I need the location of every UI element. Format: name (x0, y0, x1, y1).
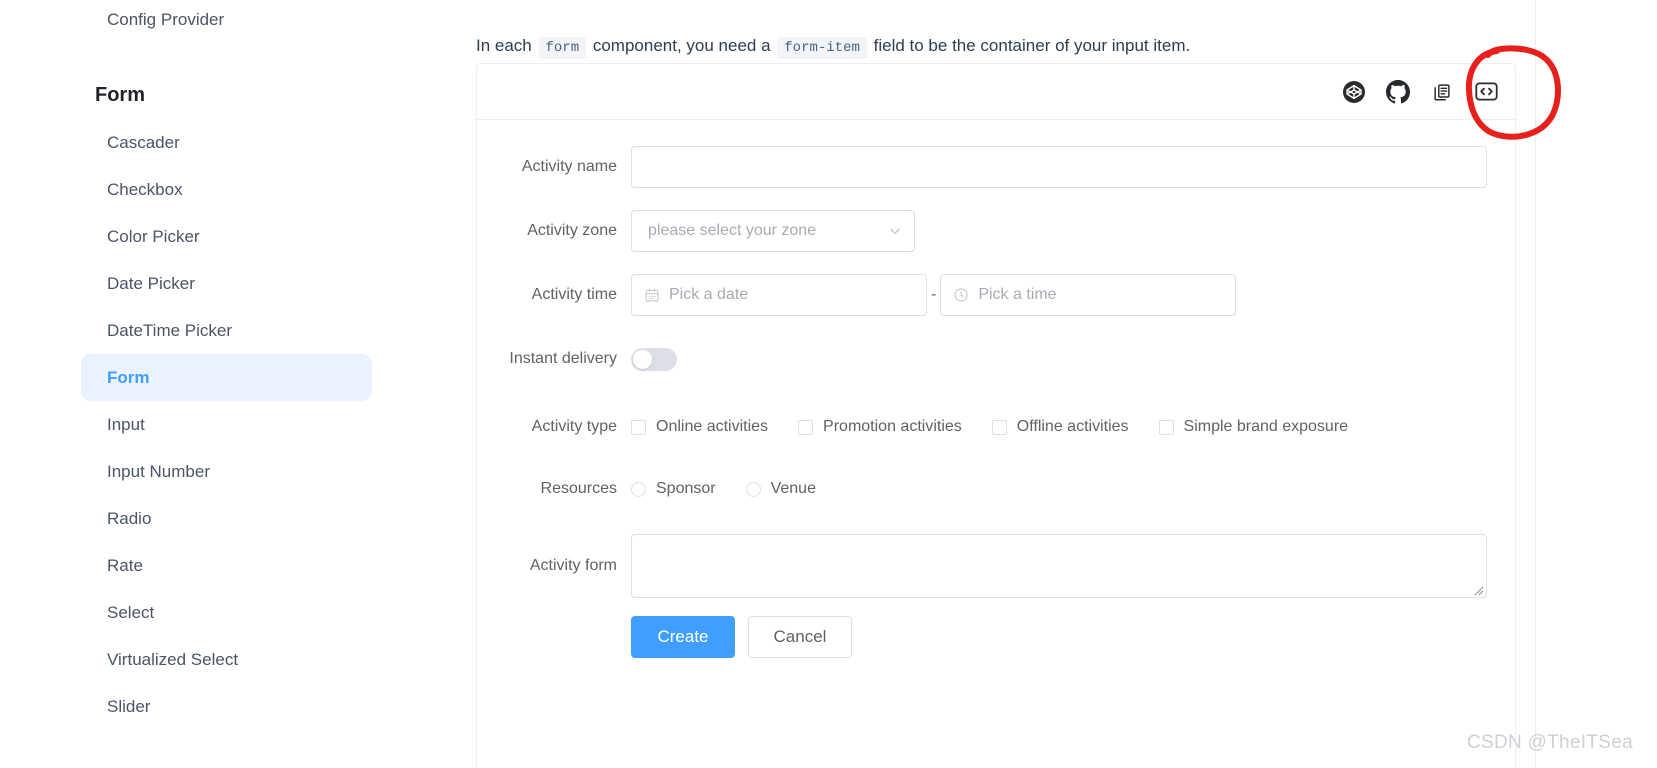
checkbox-label: Online activities (656, 418, 769, 435)
form-item-instant-delivery: Instant delivery (477, 338, 1487, 380)
activity-type-checkbox-group: Online activities Promotion activities O… (631, 406, 1487, 448)
checkbox-label: Promotion activities (823, 418, 962, 435)
sidebar-item-color-picker[interactable]: Color Picker (81, 213, 372, 260)
checkbox-box-icon (631, 419, 646, 435)
radio-venue[interactable]: Venue (745, 468, 816, 510)
label-activity-type: Activity type (531, 418, 617, 435)
radio-circle-icon (631, 481, 646, 497)
activity-name-input[interactable] (631, 146, 1487, 188)
intro-paragraph: In each form component, you need a form-… (476, 31, 1190, 63)
control-instant-delivery (631, 338, 1487, 376)
checkbox-box-icon (991, 419, 1007, 435)
form-item-activity-name: Activity name (477, 146, 1487, 188)
sidebar-nav-list: Config Provider Form Cascader Checkbox C… (0, 0, 413, 730)
radio-label: Sponsor (656, 480, 716, 497)
activity-zone-select[interactable]: please select your zone (631, 210, 915, 252)
right-rail-divider (1535, 0, 1536, 768)
intro-text-1: In each (476, 36, 532, 55)
label-activity-name: Activity name (521, 158, 617, 175)
sidebar: Config Provider Form Cascader Checkbox C… (0, 0, 413, 768)
activity-date-placeholder: Pick a date (669, 286, 749, 303)
activity-zone-placeholder: please select your zone (648, 222, 817, 239)
label-resources: Resources (540, 480, 617, 497)
csdn-watermark: CSDN @TheITSea (1466, 732, 1633, 753)
inline-code-form: form (538, 37, 587, 59)
calendar-icon (644, 287, 660, 303)
intro-text-2: component, you need a (592, 36, 771, 55)
label-activity-zone: Activity zone (527, 222, 617, 239)
codepen-icon[interactable] (1341, 79, 1367, 105)
sidebar-item-rate[interactable]: Rate (81, 542, 372, 589)
activity-time-input[interactable]: Pick a time (940, 274, 1237, 316)
activity-date-input[interactable]: Pick a date (631, 274, 927, 316)
checkbox-offline-activities[interactable]: Offline activities (991, 406, 1129, 448)
sidebar-item-config-provider[interactable]: Config Provider (81, 0, 372, 43)
resources-radio-group: Sponsor Venue (631, 468, 1487, 510)
time-range-separator: - (931, 286, 937, 303)
checkbox-simple-brand-exposure[interactable]: Simple brand exposure (1158, 406, 1349, 448)
sidebar-item-datetime-picker[interactable]: DateTime Picker (81, 307, 372, 354)
control-activity-zone: please select your zone (631, 210, 1487, 252)
instant-delivery-switch[interactable] (631, 348, 677, 371)
sidebar-item-slider[interactable]: Slider (81, 683, 372, 730)
checkbox-label: Offline activities (1016, 418, 1129, 435)
form-item-resources: Resources Sponsor Venue (477, 468, 1487, 510)
form-action-buttons: Create Cancel (631, 616, 1487, 658)
sidebar-group-title-form: Form (95, 84, 145, 106)
checkbox-box-icon (798, 419, 814, 435)
form-item-activity-time: Activity time Pick a date - Pick a time (477, 274, 1487, 316)
clock-icon (953, 287, 969, 303)
demo-toolbar (477, 64, 1515, 120)
sidebar-item-cascader[interactable]: Cascader (81, 119, 372, 166)
form-item-activity-form: Activity form (477, 534, 1487, 598)
checkbox-online-activities[interactable]: Online activities (631, 406, 768, 448)
form-item-activity-zone: Activity zone please select your zone (477, 210, 1487, 252)
demo-card: Activity name Activity zone please selec… (476, 63, 1516, 768)
resize-handle-icon[interactable] (1472, 583, 1484, 596)
github-icon[interactable] (1385, 79, 1411, 105)
control-activity-form (631, 534, 1487, 598)
copy-icon[interactable] (1429, 79, 1455, 105)
sidebar-item-radio[interactable]: Radio (81, 495, 372, 542)
inline-code-form-item: form-item (777, 37, 867, 59)
form-item-activity-type: Activity type Online activities Promotio… (477, 406, 1487, 448)
control-activity-time: Pick a date - Pick a time (631, 274, 1487, 316)
sidebar-item-date-picker[interactable]: Date Picker (81, 260, 372, 307)
page-root: Config Provider Form Cascader Checkbox C… (0, 0, 1657, 768)
label-activity-form: Activity form (529, 557, 617, 574)
sidebar-item-select[interactable]: Select (81, 589, 372, 636)
checkbox-label: Simple brand exposure (1183, 418, 1349, 435)
sidebar-item-checkbox[interactable]: Checkbox (81, 166, 372, 213)
activity-form-textarea[interactable] (631, 534, 1487, 598)
intro-text-3: field to be the container of your input … (873, 36, 1191, 55)
label-activity-time: Activity time (531, 286, 617, 303)
checkbox-box-icon (1158, 419, 1174, 435)
activity-time-placeholder: Pick a time (978, 286, 1057, 303)
chevron-down-icon (888, 224, 902, 238)
sidebar-item-virtualized-select[interactable]: Virtualized Select (81, 636, 372, 683)
code-brackets-icon[interactable] (1473, 79, 1499, 105)
radio-label: Venue (770, 480, 816, 497)
main-content: In each form component, you need a form-… (413, 0, 1657, 768)
radio-circle-icon (745, 481, 761, 497)
demo-form: Activity name Activity zone please selec… (477, 120, 1515, 658)
label-instant-delivery: Instant delivery (509, 350, 617, 367)
sidebar-item-form[interactable]: Form (81, 354, 372, 401)
checkbox-promotion-activities[interactable]: Promotion activities (798, 406, 962, 448)
form-item-actions: Create Cancel (477, 616, 1487, 658)
control-activity-name (631, 146, 1487, 188)
radio-sponsor[interactable]: Sponsor (631, 468, 716, 510)
sidebar-item-input-number[interactable]: Input Number (81, 448, 372, 495)
create-button[interactable]: Create (631, 616, 735, 658)
sidebar-item-input[interactable]: Input (81, 401, 372, 448)
cancel-button[interactable]: Cancel (748, 616, 852, 658)
